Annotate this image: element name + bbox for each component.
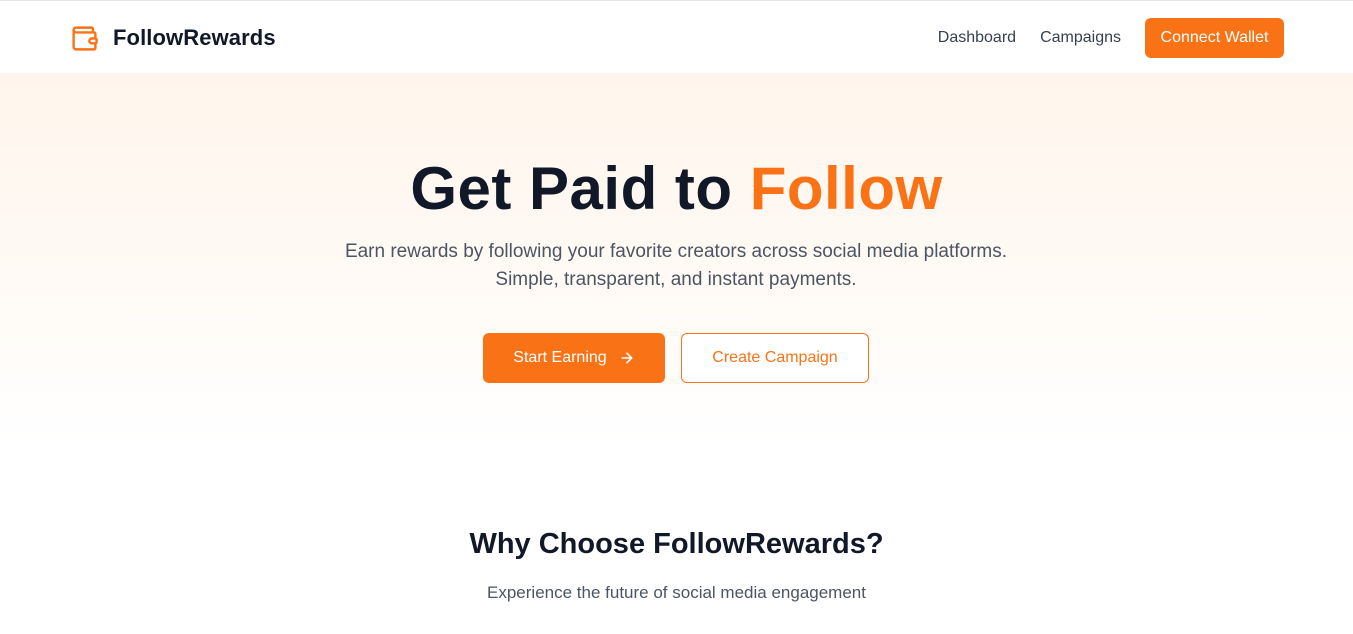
start-earning-button[interactable]: Start Earning xyxy=(483,333,665,383)
create-campaign-button[interactable]: Create Campaign xyxy=(681,333,869,383)
connect-wallet-button[interactable]: Connect Wallet xyxy=(1145,18,1284,58)
hero-subtitle: Earn rewards by following your favorite … xyxy=(344,241,1008,290)
features-subtitle: Experience the future of social media en… xyxy=(487,583,866,602)
hero-title-accent: Follow xyxy=(749,155,943,222)
hero-section: Get Paid to Follow Earn rewards by follo… xyxy=(0,73,1353,445)
brand-logo[interactable]: FollowRewards xyxy=(70,23,276,53)
wallet-icon xyxy=(72,25,98,51)
nav-link-campaigns[interactable]: Campaigns xyxy=(1040,29,1121,47)
arrow-right-icon xyxy=(621,352,633,364)
hero-cta-row: Start Earning Create Campaign xyxy=(483,333,869,383)
hero-title: Get Paid to Follow xyxy=(0,153,1353,225)
start-earning-label: Start Earning xyxy=(513,349,607,366)
hero-title-main: Get Paid to xyxy=(410,155,750,222)
nav-link-dashboard[interactable]: Dashboard xyxy=(938,29,1016,47)
features-title: Why Choose FollowRewards? xyxy=(469,528,884,560)
top-navbar: FollowRewards Dashboard Campaigns Connec… xyxy=(0,0,1353,73)
main-nav: Dashboard Campaigns Connect Wallet xyxy=(938,18,1284,58)
brand-name: FollowRewards xyxy=(113,25,276,50)
